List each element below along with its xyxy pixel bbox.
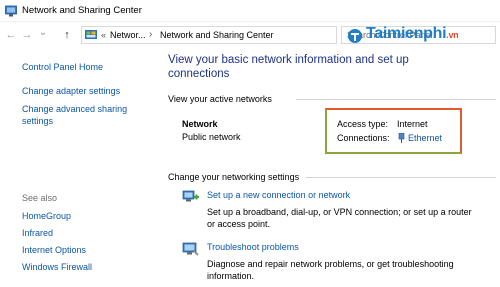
- address-bar[interactable]: « Networ... › Network and Sharing Center: [81, 26, 337, 44]
- main-content: View your basic network information and …: [165, 48, 500, 287]
- network-type: Public network: [182, 132, 241, 142]
- active-networks-heading: View your active networks: [168, 94, 272, 104]
- control-panel-home-link[interactable]: Control Panel Home: [22, 62, 103, 72]
- breadcrumb-overflow[interactable]: «: [101, 30, 106, 40]
- change-settings-heading: Change your networking settings: [168, 172, 300, 182]
- ethernet-icon: [398, 133, 405, 143]
- watermark-brand: Taimienphi: [366, 25, 447, 42]
- left-pane: Control Panel Home Change adapter settin…: [0, 48, 165, 287]
- network-name: Network: [182, 119, 218, 129]
- window-title: Network and Sharing Center: [22, 5, 142, 16]
- setup-connection-link[interactable]: Set up a new connection or network: [207, 190, 350, 200]
- troubleshoot-desc-line1: Diagnose and repair network problems, or…: [207, 259, 454, 269]
- control-panel-icon: [85, 30, 97, 39]
- troubleshoot-link[interactable]: Troubleshoot problems: [207, 242, 299, 252]
- setup-connection-desc-line2: or access point.: [207, 219, 271, 229]
- watermark-tld: .vn: [446, 30, 459, 40]
- highlight-box: [325, 108, 462, 154]
- forward-arrow-icon[interactable]: →: [20, 27, 34, 43]
- search-box[interactable]: Search Control Panel Taimienphi.vn: [341, 25, 496, 44]
- setup-connection-description: Set up a broadband, dial-up, or VPN conn…: [207, 206, 487, 230]
- back-arrow-icon[interactable]: ←: [4, 27, 18, 43]
- access-type-label: Access type:: [337, 119, 389, 129]
- watermark-logo-icon: [348, 29, 362, 43]
- homegroup-link[interactable]: HomeGroup: [22, 211, 71, 221]
- breadcrumb-network[interactable]: Networ...: [110, 30, 146, 40]
- infrared-link[interactable]: Infrared: [22, 228, 53, 238]
- new-connection-icon: [182, 190, 199, 202]
- change-advanced-sharing-link[interactable]: Change advanced sharing: [22, 104, 127, 114]
- connections-label: Connections:: [337, 133, 390, 143]
- recent-locations-dropdown-icon[interactable]: ⌄: [36, 25, 50, 41]
- troubleshoot-icon: [182, 242, 199, 256]
- divider: [296, 99, 496, 100]
- change-advanced-sharing-link-line2[interactable]: settings: [22, 116, 53, 126]
- troubleshoot-description: Diagnose and repair network problems, or…: [207, 258, 487, 282]
- divider: [306, 177, 496, 178]
- troubleshoot-desc-line2: information.: [207, 271, 255, 281]
- title-bar: Network and Sharing Center: [0, 0, 500, 22]
- see-also-heading: See also: [22, 193, 58, 203]
- breadcrumb-current[interactable]: Network and Sharing Center: [160, 30, 274, 40]
- breadcrumb-separator: ›: [149, 29, 153, 40]
- navigation-bar: ← → ⌄ ↑ « Networ... › Network and Sharin…: [0, 23, 500, 47]
- ethernet-link[interactable]: Ethernet: [408, 133, 442, 143]
- change-adapter-settings-link[interactable]: Change adapter settings: [22, 86, 120, 96]
- up-arrow-icon[interactable]: ↑: [60, 27, 74, 43]
- page-title-line1: View your basic network information and …: [168, 54, 409, 66]
- windows-firewall-link[interactable]: Windows Firewall: [22, 262, 92, 272]
- watermark-logo: Taimienphi.vn: [366, 25, 459, 43]
- page-title-line2: connections: [168, 68, 230, 80]
- internet-options-link[interactable]: Internet Options: [22, 245, 86, 255]
- setup-connection-desc-line1: Set up a broadband, dial-up, or VPN conn…: [207, 207, 472, 217]
- access-type-value: Internet: [397, 119, 428, 129]
- network-center-icon: [5, 5, 17, 17]
- page-title: View your basic network information and …: [168, 53, 468, 81]
